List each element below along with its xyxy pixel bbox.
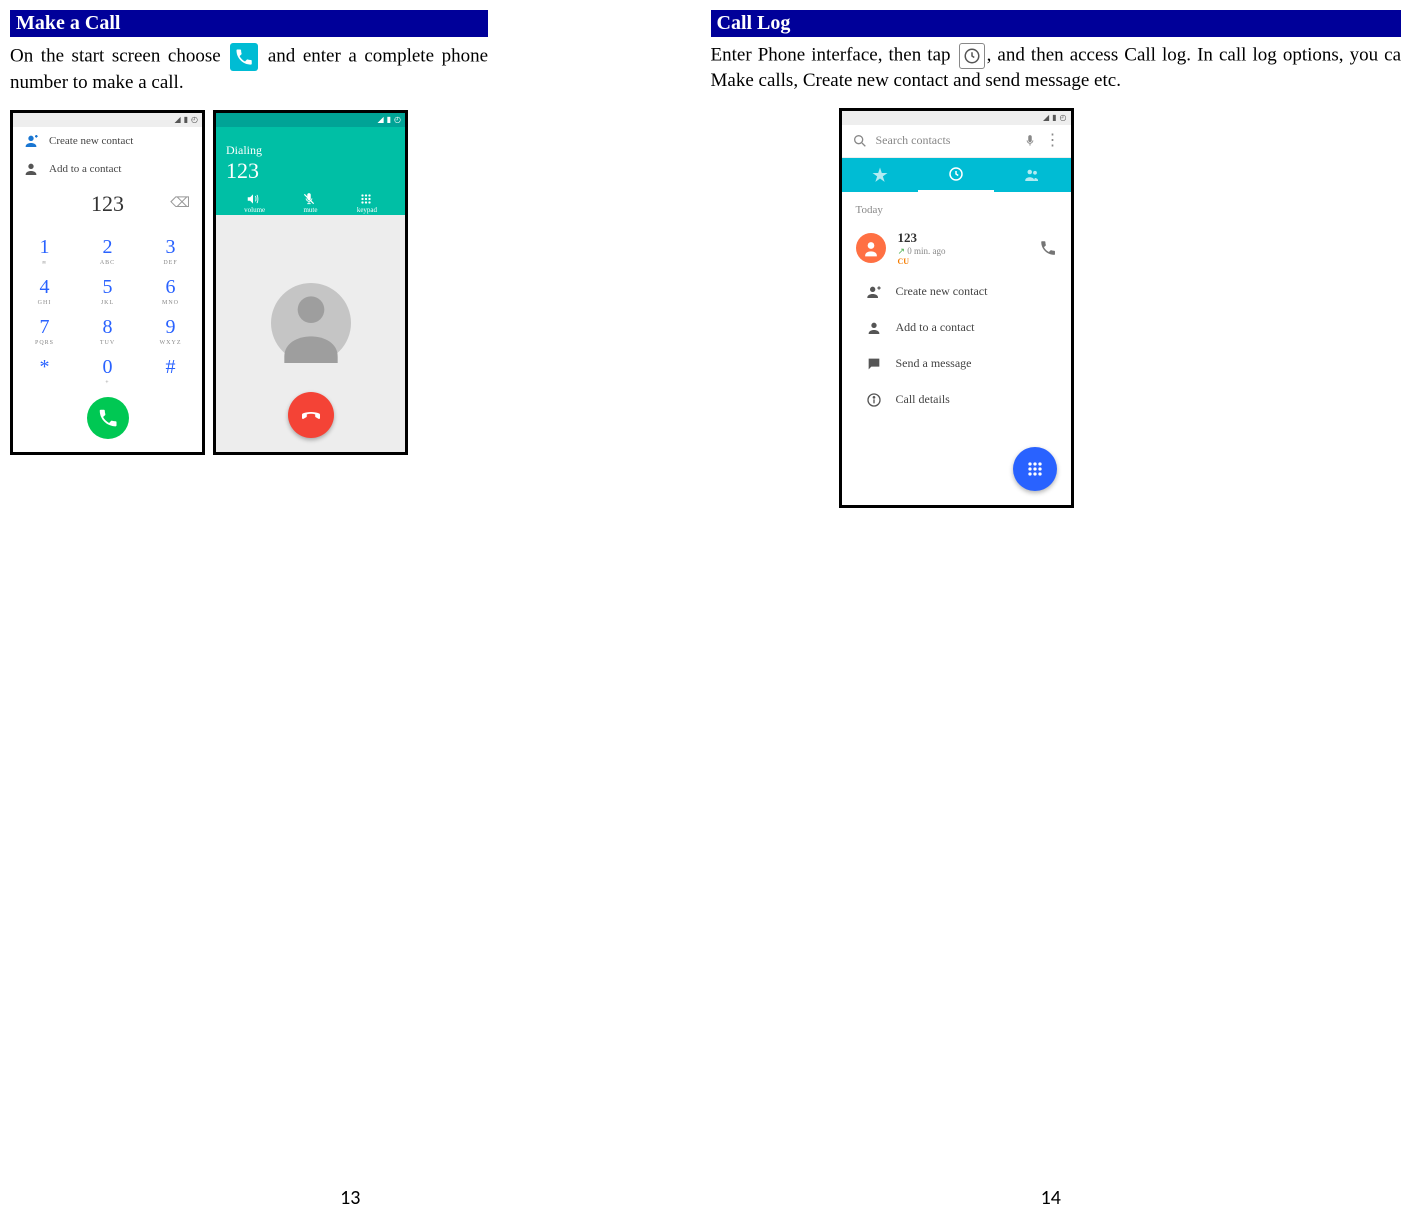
person-add-icon: [23, 133, 39, 149]
log-entry[interactable]: 123 ↗ 0 min. ago CU: [842, 222, 1071, 274]
status-bar: ◢▮◴: [842, 111, 1071, 125]
add-contact-row[interactable]: Add to a contact: [13, 155, 202, 183]
action-message-label: Send a message: [896, 356, 972, 371]
avatar-icon: [271, 283, 351, 363]
dialing-number: 123: [226, 158, 395, 184]
status-bar: ◢▮◴: [13, 113, 202, 127]
message-icon: [866, 356, 882, 372]
create-contact-label: Create new contact: [49, 135, 133, 147]
today-label: Today: [842, 198, 1071, 222]
overflow-icon[interactable]: ⋮: [1045, 137, 1061, 145]
log-avatar-icon: [856, 233, 886, 263]
dialing-label: Dialing: [226, 143, 395, 158]
typed-number-value: 123: [91, 191, 124, 217]
dialpad-fab[interactable]: [1013, 447, 1057, 491]
action-create-label: Create new contact: [896, 284, 988, 299]
tab-recents[interactable]: [918, 158, 994, 192]
typed-number: 123 ⌫: [13, 183, 202, 225]
page-number-right: 14: [1041, 1186, 1061, 1210]
key-hash[interactable]: #: [139, 349, 202, 389]
key-9[interactable]: 9WXYZ: [139, 309, 202, 349]
key-2[interactable]: 2ABC: [76, 229, 139, 269]
key-0[interactable]: 0+: [76, 349, 139, 389]
recents-icon: [959, 43, 985, 69]
log-carrier: CU: [898, 257, 1027, 266]
page-right: Call Log Enter Phone interface, then tap…: [701, 0, 1401, 1220]
action-call-details[interactable]: Call details: [842, 382, 1071, 418]
body-text-before: On the start screen choose: [10, 45, 221, 66]
log-info: 123 ↗ 0 min. ago CU: [898, 230, 1027, 266]
call-button[interactable]: [87, 397, 129, 439]
action-send-message[interactable]: Send a message: [842, 346, 1071, 382]
create-contact-row[interactable]: Create new contact: [13, 127, 202, 155]
dialing-header: Dialing 123 volume mute: [216, 127, 405, 215]
mic-icon[interactable]: [1023, 134, 1037, 148]
key-3[interactable]: 3DEF: [139, 229, 202, 269]
search-icon: [852, 133, 868, 149]
page-left: Make a Call On the start screen choose a…: [0, 0, 701, 1220]
key-8[interactable]: 8TUV: [76, 309, 139, 349]
speaker-icon[interactable]: volume: [244, 192, 264, 212]
call-back-icon[interactable]: [1039, 239, 1057, 257]
log-time: ↗ 0 min. ago: [898, 246, 1027, 257]
search-placeholder: Search contacts: [876, 133, 951, 148]
dialing-screenshot: ◢▮◴ Dialing 123 volume mute: [213, 110, 408, 455]
action-create-contact[interactable]: Create new contact: [842, 274, 1071, 310]
key-7[interactable]: 7PQRS: [13, 309, 76, 349]
section-header-make-call: Make a Call: [10, 10, 488, 37]
key-star[interactable]: *: [13, 349, 76, 389]
calllog-screenshot: ◢▮◴ Search contacts ⋮: [839, 108, 1074, 508]
action-add-contact[interactable]: Add to a contact: [842, 310, 1071, 346]
key-1[interactable]: 1∞: [13, 229, 76, 269]
log-body: Today 123 ↗ 0 min. ago CU: [842, 192, 1071, 424]
action-details-label: Call details: [896, 392, 950, 407]
tab-contacts[interactable]: [994, 158, 1070, 192]
section-header-call-log: Call Log: [711, 10, 1401, 37]
mute-icon[interactable]: mute: [300, 192, 320, 212]
screenshots-row: ◢▮◴ Create new contact Add to a contact: [10, 110, 488, 455]
page-number-left: 13: [340, 1186, 360, 1210]
key-6[interactable]: 6MNO: [139, 269, 202, 309]
body-text-make-call: On the start screen choose and enter a c…: [10, 43, 488, 96]
keypad: 1∞ 2ABC 3DEF 4GHI 5JKL 6MNO 7PQRS 8TUV 9…: [13, 229, 202, 389]
body-text-before-r: Enter Phone interface, then tap: [711, 44, 951, 65]
tab-favorites[interactable]: [842, 158, 918, 192]
keypad-icon[interactable]: keypad: [357, 192, 377, 212]
phone-app-icon: [230, 43, 258, 71]
person-icon: [866, 320, 882, 336]
dialer-screenshot: ◢▮◴ Create new contact Add to a contact: [10, 110, 205, 455]
action-add-label: Add to a contact: [896, 320, 975, 335]
status-bar: ◢▮◴: [216, 113, 405, 127]
info-icon: [866, 392, 882, 408]
end-call-button[interactable]: [288, 392, 334, 438]
backspace-icon[interactable]: ⌫: [170, 195, 190, 212]
body-text-call-log: Enter Phone interface, then tap , and th…: [711, 43, 1401, 94]
search-bar[interactable]: Search contacts ⋮: [842, 125, 1071, 158]
tabs-row: [842, 158, 1071, 192]
person-icon: [23, 161, 39, 177]
add-contact-label: Add to a contact: [49, 163, 121, 175]
key-4[interactable]: 4GHI: [13, 269, 76, 309]
key-5[interactable]: 5JKL: [76, 269, 139, 309]
person-add-icon: [866, 284, 882, 300]
dialing-avatar-area: [216, 215, 405, 452]
log-number: 123: [898, 230, 1027, 246]
